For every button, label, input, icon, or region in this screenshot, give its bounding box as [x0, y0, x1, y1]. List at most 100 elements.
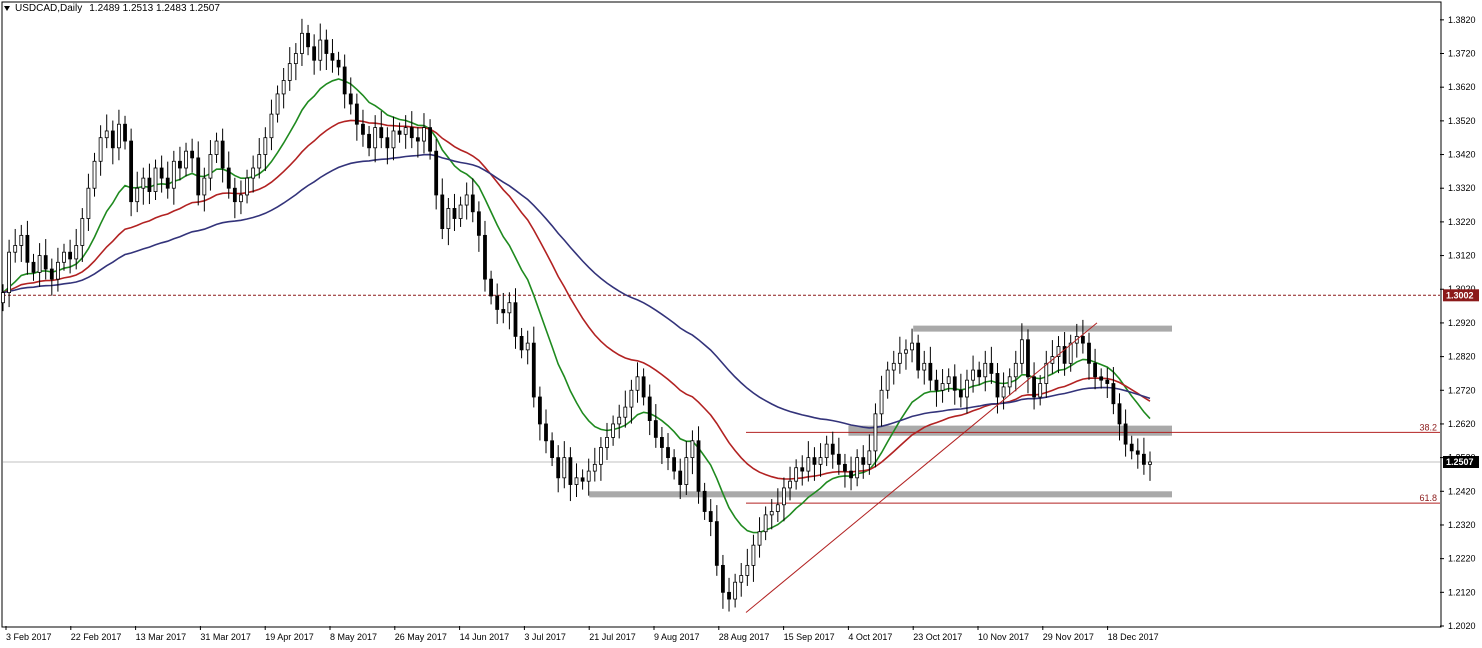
candle-body — [452, 208, 457, 219]
candle-body — [1123, 423, 1128, 445]
candle-body — [971, 369, 975, 381]
candle-body — [861, 457, 866, 465]
candle-body — [592, 463, 597, 472]
x-tick-label: 21 Jul 2017 — [589, 632, 636, 642]
candle-body — [56, 261, 60, 280]
x-tick-label: 14 Jun 2017 — [460, 632, 510, 642]
candle-body — [49, 268, 54, 280]
candle-body — [415, 137, 420, 142]
candle-body — [1087, 342, 1091, 364]
candle-body — [1032, 376, 1036, 398]
candle-body — [275, 93, 280, 115]
candle-body — [952, 376, 957, 391]
candle-body — [300, 32, 304, 54]
candle-body — [916, 342, 921, 371]
candle-body — [330, 53, 335, 61]
candle-body — [318, 39, 323, 61]
x-tick-label: 13 Mar 2017 — [136, 632, 187, 642]
candle-body — [574, 477, 579, 485]
candle-body — [239, 194, 243, 203]
candle-body — [37, 255, 42, 273]
ohlc-readout: 1.2489 1.2513 1.2483 1.2507 — [89, 3, 220, 14]
x-tick-label: 28 Aug 2017 — [719, 632, 770, 642]
candle-body — [666, 447, 670, 459]
candle-body — [891, 362, 896, 371]
candle-body — [470, 194, 475, 213]
candle-body — [293, 53, 298, 65]
candle-body — [348, 93, 353, 105]
y-tick-label: 1.2220 — [1448, 554, 1476, 564]
candle-body — [702, 490, 707, 512]
candle-body — [623, 406, 628, 418]
candle-body — [263, 137, 268, 155]
candle-body — [739, 575, 744, 583]
candle-body — [123, 123, 127, 142]
price-chart[interactable]: 38.2 61.8 1.3820 1.3720 1.3620 1.3520 1.3420 1… — [0, 0, 1482, 648]
x-tick-label: 19 Apr 2017 — [265, 632, 314, 642]
candle-body — [983, 362, 988, 378]
candle-body — [775, 504, 780, 512]
candle-body — [617, 416, 622, 425]
candle-body — [92, 160, 97, 189]
candle-body — [129, 140, 134, 203]
candle-body — [830, 443, 835, 455]
price-zone — [913, 325, 1172, 332]
candle-body — [812, 457, 817, 465]
y-tick-label: 1.2820 — [1448, 352, 1476, 362]
candle-body — [1019, 339, 1024, 364]
candle-body — [483, 234, 487, 280]
candle-body — [782, 487, 786, 506]
candle-body — [660, 437, 664, 448]
candle-body — [873, 413, 878, 452]
x-tick-label: 3 Jul 2017 — [524, 632, 566, 642]
candle-body — [312, 46, 317, 61]
dropdown-triangle-icon[interactable] — [4, 6, 10, 11]
x-tick-label: 8 May 2017 — [330, 632, 377, 642]
candle-body — [879, 389, 884, 415]
candle-body — [269, 113, 274, 139]
candle-body — [385, 137, 390, 149]
candle-body — [80, 218, 85, 246]
candle-body — [379, 127, 384, 139]
candle-body — [641, 376, 646, 398]
candle-body — [281, 80, 286, 95]
candle-body — [495, 295, 500, 310]
candle-body — [489, 278, 493, 297]
candle-body — [678, 470, 683, 485]
y-tick-label: 1.3820 — [1448, 15, 1476, 25]
candle-body — [74, 245, 79, 260]
fib-level-label: 38.2 — [1419, 422, 1437, 432]
candle-body — [1026, 339, 1030, 378]
y-tick-label: 1.2720 — [1448, 385, 1476, 395]
candle-body — [1099, 376, 1104, 381]
candle-body — [1001, 386, 1006, 398]
candle-body — [147, 177, 152, 192]
x-tick-label: 26 May 2017 — [395, 632, 447, 642]
price-zone — [589, 491, 1172, 498]
candle-body — [794, 467, 799, 482]
candle-body — [885, 369, 890, 391]
candle-body — [556, 457, 561, 479]
candle-body — [1117, 403, 1122, 425]
candle-body — [43, 255, 48, 270]
candle-body — [550, 440, 554, 459]
candle-body — [1135, 450, 1140, 455]
candle-body — [1141, 453, 1146, 465]
candle-body — [1007, 376, 1012, 388]
candle-body — [647, 396, 652, 421]
candle-body — [409, 127, 414, 139]
candle-body — [342, 66, 347, 95]
candle-body — [31, 261, 36, 273]
candle-body — [403, 127, 408, 135]
x-tick-label: 4 Oct 2017 — [848, 632, 892, 642]
candle-body — [1105, 379, 1110, 384]
candle-body — [257, 154, 262, 169]
candle-body — [788, 480, 792, 489]
candle-body — [745, 564, 750, 576]
candle-body — [336, 59, 341, 68]
candle-body — [714, 521, 719, 566]
candle-body — [800, 467, 805, 472]
candle-body — [635, 376, 640, 391]
y-tick-label: 1.3720 — [1448, 49, 1476, 59]
candle-body — [367, 133, 371, 149]
